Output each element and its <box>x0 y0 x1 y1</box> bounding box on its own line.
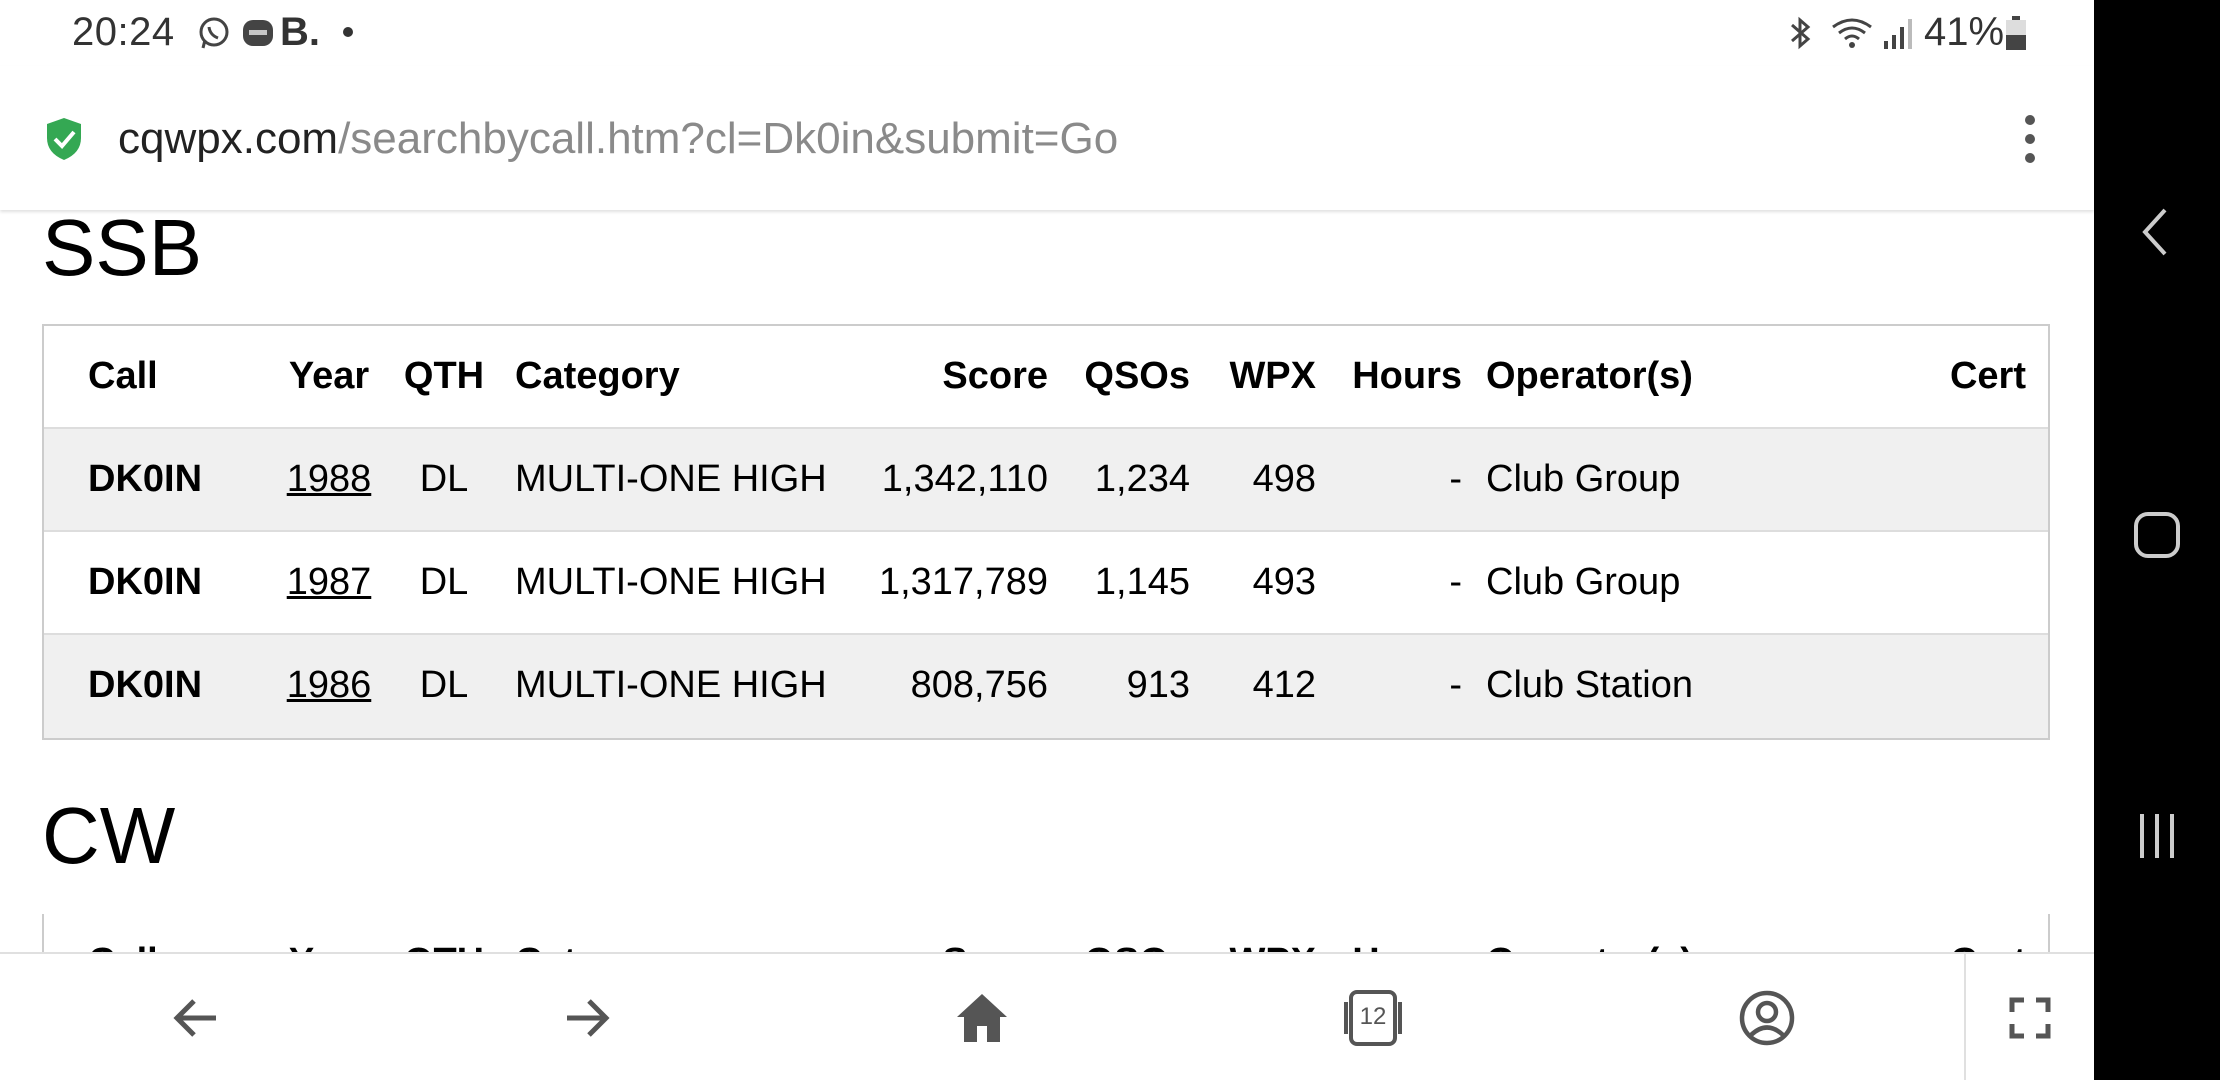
col-category: Category <box>515 912 680 952</box>
address-bar[interactable]: cqwpx.com/searchbycall.htm?cl=Dk0in&subm… <box>0 66 2094 210</box>
cell-operators: Club Group <box>1486 561 1681 603</box>
col-call: Call <box>88 355 158 397</box>
tab-count: 12 <box>1359 1003 1387 1030</box>
table-row: DK0IN 1986 DL MULTI-ONE HIGH 808,756 913… <box>44 635 2048 738</box>
col-wpx: WPX <box>1229 355 1316 397</box>
cell-qsos: 1,234 <box>1094 458 1190 500</box>
cell-category: MULTI-ONE HIGH <box>515 561 827 603</box>
browser-toolbar: 12 <box>0 952 2094 1080</box>
toolbar-divider <box>1964 954 1966 1080</box>
cell-qth: DL <box>419 561 469 603</box>
system-nav-bar <box>2094 0 2220 1080</box>
home-icon[interactable] <box>952 988 1012 1048</box>
col-year: Year <box>288 355 370 397</box>
cell-score: 808,756 <box>910 664 1048 706</box>
signal-icon <box>1884 19 1912 49</box>
forward-arrow-icon[interactable] <box>557 988 617 1048</box>
cell-score: 1,342,110 <box>881 458 1048 500</box>
col-cert: Cert <box>1949 355 2026 397</box>
cell-qth: DL <box>419 458 469 500</box>
nav-recents-icon[interactable] <box>2127 806 2187 866</box>
cell-hours: - <box>1449 561 1462 603</box>
col-hours: Hours <box>1352 355 1462 397</box>
cell-wpx: 498 <box>1252 458 1316 500</box>
col-qth: QTH <box>403 355 485 397</box>
cell-call: DK0IN <box>88 458 203 500</box>
col-category: Category <box>515 355 680 397</box>
table-header-row: Call Year QTH Category Score QSOs WPX Ho… <box>44 326 2048 429</box>
col-operators: Operator(s) <box>1486 912 1693 952</box>
cell-hours: - <box>1449 458 1462 500</box>
account-icon[interactable] <box>1737 988 1797 1048</box>
battery-icon <box>2006 16 2026 50</box>
cell-qsos: 913 <box>1126 664 1190 706</box>
col-year: Year <box>264 912 394 952</box>
browser-screen: 20:24 B. 41% cqwpx.com/searchbycall.htm?… <box>0 0 2094 1080</box>
page-content: SSB Call Year QTH Category Score QSOs WP… <box>0 210 2094 952</box>
nav-home-icon[interactable] <box>2127 505 2187 565</box>
col-score: Score <box>942 912 1048 952</box>
notification-dot <box>343 27 353 37</box>
cell-wpx: 493 <box>1252 561 1316 603</box>
table-row: DK0IN 1987 DL MULTI-ONE HIGH 1,317,789 1… <box>44 532 2048 635</box>
cw-results-table: Call Year QTH Category Score QSOs WPX Ho… <box>42 912 2050 952</box>
ssb-results-table: Call Year QTH Category Score QSOs WPX Ho… <box>42 324 2050 740</box>
cell-call: DK0IN <box>88 664 203 706</box>
col-qsos: QSOs <box>1084 912 1190 952</box>
col-hours: Hours <box>1352 912 1462 952</box>
url-host: cqwpx.com <box>118 114 339 163</box>
status-time: 20:24 <box>72 10 175 54</box>
wifi-icon <box>1832 18 1872 48</box>
cell-operators: Club Station <box>1486 664 1694 706</box>
col-operators: Operator(s) <box>1486 355 1693 397</box>
cell-hours: - <box>1449 664 1462 706</box>
fullscreen-icon[interactable] <box>2000 988 2060 1048</box>
year-link[interactable]: 1988 <box>287 458 372 500</box>
cw-heading: CW <box>42 791 176 880</box>
table-row: DK0IN 1988 DL MULTI-ONE HIGH 1,342,110 1… <box>44 429 2048 532</box>
col-score: Score <box>942 355 1048 397</box>
back-arrow-icon[interactable] <box>166 988 226 1048</box>
cell-wpx: 412 <box>1252 664 1316 706</box>
cell-qth: DL <box>419 664 469 706</box>
secure-shield-icon <box>47 118 81 160</box>
url-path: /searchbycall.htm?cl=Dk0in&submit=Go <box>338 114 1119 163</box>
table-header-row: Call Year QTH Category Score QSOs WPX Ho… <box>44 912 2048 952</box>
cell-call: DK0IN <box>88 561 203 603</box>
brand-letter: B. <box>280 10 320 54</box>
wear-icon <box>243 20 273 46</box>
cell-score: 1,317,789 <box>878 561 1048 603</box>
url-text[interactable]: cqwpx.com/searchbycall.htm?cl=Dk0in&subm… <box>118 114 1118 164</box>
year-link[interactable]: 1986 <box>287 664 372 706</box>
tabs-button[interactable]: 12 <box>1342 988 1404 1048</box>
col-call: Call <box>88 912 158 952</box>
col-cert: Cert <box>1950 912 2026 952</box>
col-qth: QTH <box>394 912 494 952</box>
ssb-heading: SSB <box>42 210 203 292</box>
cell-category: MULTI-ONE HIGH <box>515 664 827 706</box>
year-link[interactable]: 1987 <box>287 561 372 603</box>
whatsapp-icon <box>199 17 229 49</box>
cell-category: MULTI-ONE HIGH <box>515 458 827 500</box>
col-wpx: WPX <box>1229 912 1316 952</box>
battery-level: 41% <box>1924 10 2005 54</box>
nav-back-icon[interactable] <box>2127 202 2187 262</box>
cell-operators: Club Group <box>1486 458 1681 500</box>
status-bar: 20:24 B. 41% <box>0 0 2094 66</box>
cell-qsos: 1,145 <box>1094 561 1190 603</box>
overflow-menu-icon[interactable] <box>2012 112 2048 166</box>
bluetooth-icon <box>1791 16 1811 50</box>
col-qsos: QSOs <box>1084 355 1190 397</box>
